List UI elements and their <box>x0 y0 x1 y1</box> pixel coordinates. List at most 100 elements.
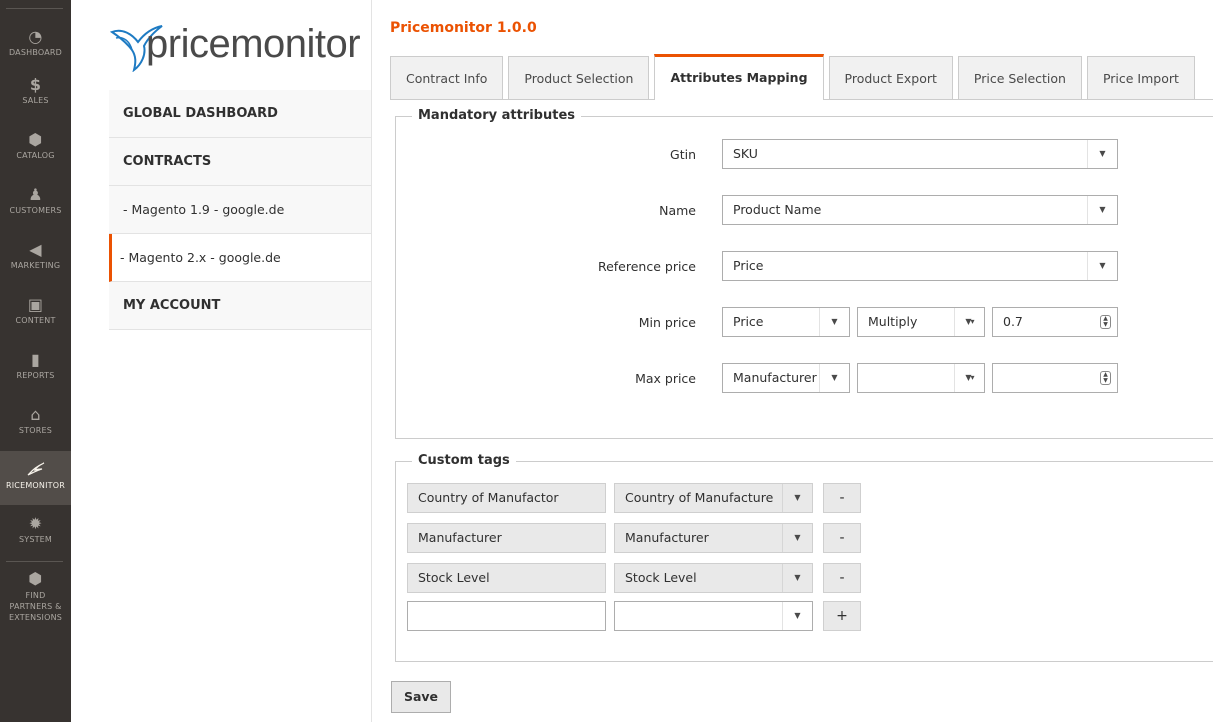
menu-item-label-line: PARTNERS & <box>9 602 62 611</box>
reference-price-select[interactable]: Price ▼ <box>722 251 1118 281</box>
menu-item-label: SALES <box>22 96 49 105</box>
dollar-icon: $ <box>29 76 42 94</box>
megaphone-icon: ◀ <box>29 241 42 259</box>
menu-item-catalog[interactable]: ⬢ CATALOG <box>0 131 71 160</box>
content-divider <box>371 0 372 722</box>
tab-product-selection[interactable]: Product Selection <box>508 56 650 99</box>
name-select-value: Product Name <box>733 202 822 217</box>
nav-global-dashboard[interactable]: GLOBAL DASHBOARD <box>109 90 371 138</box>
custom-tag-attribute-select[interactable]: Manufacturer ▼ <box>614 523 813 553</box>
chevron-updown-icon: ▼▾ <box>954 364 984 392</box>
new-tag-name-input[interactable] <box>407 601 606 631</box>
gtin-label: Gtin <box>670 147 696 162</box>
menu-item-content[interactable]: ▣ CONTENT <box>0 296 71 325</box>
custom-tags-legend: Custom tags <box>412 453 516 468</box>
cube-icon: ⬢ <box>28 131 43 149</box>
dashboard-icon: ◔ <box>28 28 43 46</box>
chevron-down-icon: ▼ <box>1087 196 1117 224</box>
gtin-select-value: SKU <box>733 146 758 161</box>
menu-item-sales[interactable]: $ SALES <box>0 76 71 105</box>
gear-icon: ✹ <box>28 515 43 533</box>
menu-item-label: STORES <box>18 426 53 435</box>
chevron-down-icon: ▼ <box>1087 140 1117 168</box>
custom-tag-attribute-value: Manufacturer <box>625 530 709 545</box>
menu-item-label: REPORTS <box>16 371 55 380</box>
chevron-down-icon: ▼ <box>1087 252 1117 280</box>
chevron-down-icon: ▼ <box>782 484 812 512</box>
min-price-operation-select[interactable]: Multiply ▼▾ <box>857 307 985 337</box>
admin-menu: ◔ DASHBOARD $ SALES ⬢ CATALOG ♟ CUSTOMER… <box>0 0 71 722</box>
chevron-down-icon: ▼ <box>819 308 849 336</box>
chevron-down-icon: ▼ <box>782 602 812 630</box>
layout-icon: ▣ <box>27 296 44 314</box>
custom-tag-name-field[interactable]: Stock Level <box>407 563 606 593</box>
min-price-value: 0.7 <box>1003 314 1023 329</box>
logo-wordmark: pricemonitor <box>146 22 361 66</box>
custom-tag-attribute-value: Country of Manufacture <box>625 490 774 505</box>
menu-item-label: MARKETING <box>10 261 61 270</box>
max-price-label: Max price <box>635 371 696 386</box>
save-button[interactable]: Save <box>391 681 451 713</box>
menu-item-pricemonitor[interactable]: RICEMONITOR <box>0 451 71 505</box>
menu-item-dashboard[interactable]: ◔ DASHBOARD <box>0 28 71 57</box>
new-tag-attribute-select[interactable]: ▼ <box>614 601 813 631</box>
spinner-icon[interactable]: ▲ ▼ <box>1100 371 1111 385</box>
min-price-label: Min price <box>638 315 696 330</box>
custom-tag-attribute-select[interactable]: Stock Level ▼ <box>614 563 813 593</box>
nav-contract-magento-1-9[interactable]: - Magento 1.9 - google.de <box>109 186 371 234</box>
menu-item-stores[interactable]: ⌂ STORES <box>0 406 71 435</box>
reference-price-select-value: Price <box>733 258 764 273</box>
spinner-icon[interactable]: ▲ ▼ <box>1100 315 1111 329</box>
min-price-attribute-value: Price <box>733 314 764 329</box>
custom-tag-attribute-select[interactable]: Country of Manufacture ▼ <box>614 483 813 513</box>
mandatory-attributes-legend: Mandatory attributes <box>412 108 581 123</box>
tab-attributes-mapping[interactable]: Attributes Mapping <box>654 54 824 100</box>
chevron-down-icon: ▼ <box>819 364 849 392</box>
tab-price-import[interactable]: Price Import <box>1086 56 1195 99</box>
gtin-select[interactable]: SKU ▼ <box>722 139 1118 169</box>
min-price-operation-value: Multiply <box>868 314 918 329</box>
tab-price-selection[interactable]: Price Selection <box>957 56 1082 99</box>
remove-tag-button[interactable]: - <box>823 523 861 553</box>
min-price-value-input[interactable]: 0.7 ▲ ▼ <box>992 307 1118 337</box>
custom-tag-name-field[interactable]: Manufacturer <box>407 523 606 553</box>
custom-tag-name-field[interactable]: Country of Manufactor <box>407 483 606 513</box>
menu-item-label: SYSTEM <box>18 535 53 544</box>
menu-divider <box>6 561 63 562</box>
menu-item-label: DASHBOARD <box>8 48 63 57</box>
nav-contracts[interactable]: CONTRACTS <box>109 138 371 186</box>
max-price-attribute-value: Manufacturer <box>733 370 817 385</box>
max-price-attribute-select[interactable]: Manufacturer ▼ <box>722 363 850 393</box>
remove-tag-button[interactable]: - <box>823 563 861 593</box>
person-icon: ♟ <box>28 186 43 204</box>
store-icon: ⌂ <box>30 406 41 424</box>
menu-item-find-partners[interactable]: ⬢ FIND PARTNERS & EXTENSIONS <box>0 570 71 623</box>
max-price-operation-select[interactable]: ▼▾ <box>857 363 985 393</box>
hummingbird-icon <box>0 461 71 479</box>
menu-item-reports[interactable]: ▮ REPORTS <box>0 351 71 380</box>
menu-item-customers[interactable]: ♟ CUSTOMERS <box>0 186 71 215</box>
menu-item-label: CUSTOMERS <box>9 206 62 215</box>
reference-price-label: Reference price <box>597 259 696 274</box>
nav-contract-magento-2-x[interactable]: - Magento 2.x - google.de <box>109 234 371 282</box>
menu-item-label-line: FIND <box>25 591 46 600</box>
menu-item-system[interactable]: ✹ SYSTEM <box>0 515 71 544</box>
menu-item-label: CATALOG <box>16 151 55 160</box>
chevron-updown-icon: ▼▾ <box>954 308 984 336</box>
menu-item-marketing[interactable]: ◀ MARKETING <box>0 241 71 270</box>
max-price-value-input[interactable]: ▲ ▼ <box>992 363 1118 393</box>
menu-item-label: CONTENT <box>15 316 56 325</box>
chevron-down-icon: ▼ <box>782 564 812 592</box>
page-title: Pricemonitor 1.0.0 <box>390 20 537 36</box>
name-label: Name <box>659 203 696 218</box>
min-price-attribute-select[interactable]: Price ▼ <box>722 307 850 337</box>
name-select[interactable]: Product Name ▼ <box>722 195 1118 225</box>
bar-chart-icon: ▮ <box>30 351 40 369</box>
tab-contract-info[interactable]: Contract Info <box>390 56 504 99</box>
nav-my-account[interactable]: MY ACCOUNT <box>109 282 371 330</box>
box-icon: ⬢ <box>28 570 43 588</box>
tab-product-export[interactable]: Product Export <box>828 56 953 99</box>
add-tag-button[interactable]: + <box>823 601 861 631</box>
menu-top-divider <box>6 8 63 9</box>
remove-tag-button[interactable]: - <box>823 483 861 513</box>
